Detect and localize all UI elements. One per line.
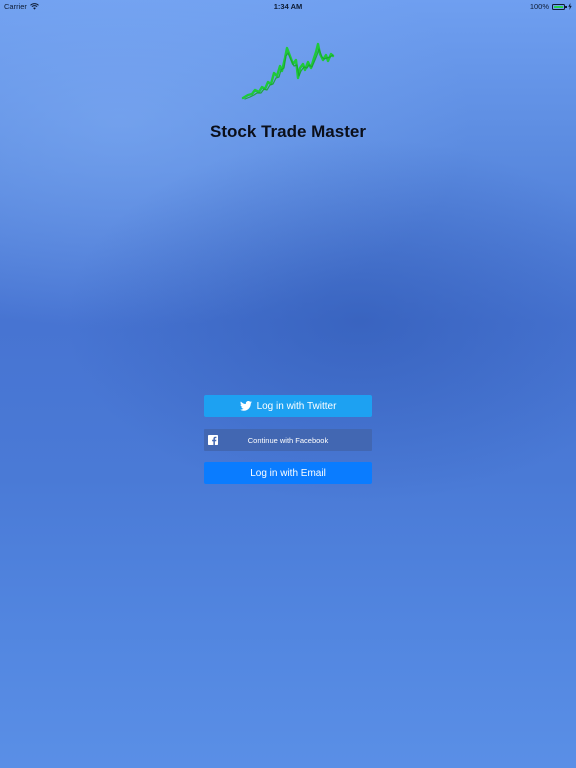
- email-login-button[interactable]: Log in with Email: [204, 462, 372, 484]
- status-time: 1:34 AM: [273, 2, 303, 11]
- facebook-login-button[interactable]: Continue with Facebook: [204, 429, 372, 451]
- email-login-label: Log in with Email: [250, 467, 326, 479]
- battery-icon: [552, 3, 567, 10]
- stock-chart-logo-icon: [241, 42, 335, 100]
- charging-bolt-icon: [568, 3, 572, 10]
- facebook-login-label: Continue with Facebook: [247, 435, 329, 445]
- twitter-login-button[interactable]: Log in with Twitter: [204, 395, 372, 417]
- twitter-bird-icon: [239, 401, 252, 411]
- facebook-icon: [208, 435, 218, 445]
- twitter-login-label: Log in with Twitter: [256, 400, 337, 412]
- status-right: 100%: [530, 2, 572, 11]
- battery-percent: 100%: [529, 2, 549, 11]
- status-bar: Carrier 1:34 AM 100%: [0, 0, 576, 12]
- app-title: Stock Trade Master: [210, 122, 366, 141]
